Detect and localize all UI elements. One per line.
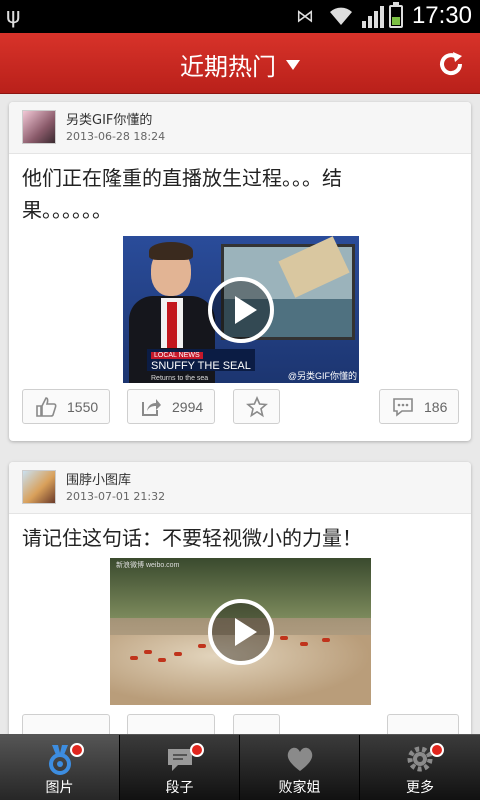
network-indicator-icon: ⋈ [296, 6, 314, 27]
like-count: 1550 [67, 399, 99, 415]
tab-shopping[interactable]: 败家姐 [240, 735, 360, 800]
post-header: 围脖小图库 2013-07-01 21:32 [9, 462, 471, 514]
favorite-button[interactable] [233, 389, 280, 424]
post-text: 他们正在隆重的直播放生过程。。。结果。。。。。。 [22, 166, 342, 222]
share-button[interactable] [127, 714, 215, 734]
play-icon[interactable] [208, 276, 274, 343]
tab-more[interactable]: 更多 [360, 735, 480, 800]
tab-label: 更多 [406, 780, 434, 796]
share-count: 2994 [172, 399, 204, 415]
bottom-tab-bar: 图片 段子 败家姐 更多 [0, 734, 480, 800]
comment-button[interactable] [387, 714, 459, 734]
avatar[interactable] [22, 110, 56, 144]
tab-pictures[interactable]: 图片 [0, 735, 120, 800]
notification-badge [430, 743, 444, 757]
post-card[interactable]: 另类GIF你懂的 2013-06-28 18:24 他们正在隆重的直播放生过程。… [9, 102, 471, 441]
post-date: 2013-07-01 21:32 [66, 490, 166, 503]
title-bar: 近期热门 [0, 33, 480, 94]
like-button[interactable] [22, 714, 110, 734]
comment-count: 186 [424, 399, 448, 415]
post-text: 请记住这句话：不要轻视微小的力量！ [22, 526, 362, 550]
share-icon [142, 399, 161, 416]
play-icon[interactable] [207, 598, 274, 665]
watermark: @另类GIF你懂的 [287, 371, 357, 381]
post-date: 2013-06-28 18:24 [66, 130, 166, 143]
like-button[interactable]: 1550 [22, 389, 110, 424]
post-card[interactable]: 围脖小图库 2013-07-01 21:32 请记住这句话：不要轻视微小的力量！… [9, 462, 471, 734]
tab-jokes[interactable]: 段子 [120, 735, 240, 800]
signal-icon [362, 6, 384, 28]
post-header: 另类GIF你懂的 2013-06-28 18:24 [9, 102, 471, 154]
thumbs-up-icon [36, 397, 57, 417]
page-title: 近期热门 [180, 53, 276, 81]
news-lower-third: LOCAL NEWS SNUFFY THE SEAL [147, 349, 255, 372]
battery-icon [389, 2, 403, 28]
username[interactable]: 另类GIF你懂的 [66, 109, 152, 128]
status-bar: ψ ⋈ 17:30 [0, 0, 480, 33]
clock: 17:30 [411, 2, 472, 29]
share-button[interactable]: 2994 [127, 389, 215, 424]
heart-icon [287, 747, 313, 771]
video-thumbnail[interactable]: LOCAL NEWS SNUFFY THE SEAL Returns to th… [123, 236, 359, 383]
avatar[interactable] [22, 470, 56, 504]
dropdown-caret-icon [286, 60, 300, 70]
username[interactable]: 围脖小图库 [66, 469, 131, 488]
video-thumbnail[interactable]: 新浪微博 weibo.com [110, 558, 371, 705]
favorite-button[interactable] [233, 714, 280, 734]
wifi-icon [330, 7, 352, 25]
tab-label: 败家姐 [278, 780, 321, 796]
feed-selector[interactable]: 近期热门 [0, 47, 480, 82]
notification-badge [70, 743, 84, 757]
notification-badge [190, 743, 204, 757]
tab-label: 图片 [45, 780, 74, 796]
tab-label: 段子 [165, 780, 194, 796]
watermark: 新浪微博 weibo.com [116, 562, 180, 569]
usb-icon: ψ [6, 4, 21, 29]
star-icon [246, 396, 268, 418]
post-feed[interactable]: 另类GIF你懂的 2013-06-28 18:24 他们正在隆重的直播放生过程。… [0, 94, 480, 734]
comment-icon [393, 398, 413, 417]
news-subtitle: Returns to the sea [151, 375, 209, 382]
refresh-icon[interactable] [436, 49, 466, 79]
comment-button[interactable]: 186 [379, 389, 459, 424]
